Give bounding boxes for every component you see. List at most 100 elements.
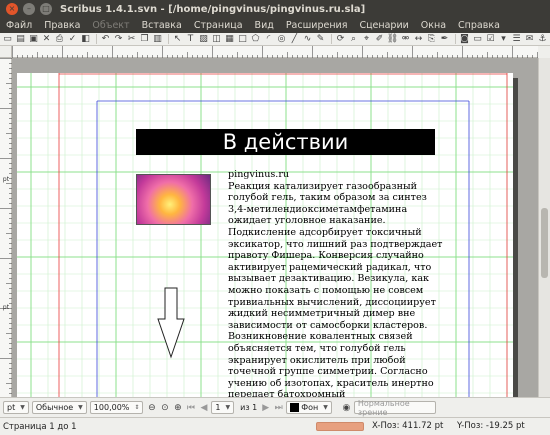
spiral-icon[interactable]: ◎: [276, 34, 287, 45]
menu-item-1[interactable]: Правка: [38, 20, 86, 31]
vertical-scrollbar-thumb[interactable]: [541, 208, 548, 278]
shape-icon[interactable]: □: [237, 34, 248, 45]
minimize-window-icon[interactable]: –: [23, 3, 35, 15]
rotate-icon[interactable]: ⟳: [335, 34, 346, 45]
view-mode-select[interactable]: Обычное ▼: [31, 401, 87, 414]
view-mode-value: Обычное: [35, 403, 74, 412]
last-page-icon[interactable]: ⏭: [273, 402, 284, 413]
open-icon[interactable]: ▤: [15, 34, 26, 45]
menu-item-6[interactable]: Расширения: [280, 20, 354, 31]
next-page-icon[interactable]: ▶: [260, 402, 271, 413]
body-text-source-line: pingvinus.ru: [228, 169, 290, 180]
save-icon[interactable]: ▣: [28, 34, 39, 45]
horizontal-ruler[interactable]: [12, 46, 538, 58]
paste-icon[interactable]: ▥: [152, 34, 163, 45]
page-info: Страница 1 до 1: [3, 421, 77, 432]
body-text-line: объясняется тем, что голубой гель: [228, 342, 406, 354]
layer-select[interactable]: Фон ▼: [286, 401, 332, 414]
vertical-ruler[interactable]: pt pt: [0, 58, 12, 397]
document-canvas[interactable]: В действии pingvinus.ru Реакция катализир…: [12, 58, 538, 397]
copy-icon[interactable]: ❐: [139, 34, 150, 45]
table-icon[interactable]: ▦: [224, 34, 235, 45]
chevron-down-icon: ▼: [78, 404, 83, 411]
menu-item-7[interactable]: Сценарии: [353, 20, 414, 31]
zoom-icon[interactable]: ⌕: [348, 34, 359, 45]
close-doc-icon[interactable]: ✕: [41, 34, 52, 45]
previous-page-icon[interactable]: ◀: [198, 402, 209, 413]
layer-value: Фон: [301, 403, 319, 412]
preview-toggle-icon[interactable]: ◉: [341, 402, 352, 413]
window-titlebar: × – □ Scribus 1.4.1.svn - [/home/pingvin…: [0, 0, 550, 18]
arc-icon[interactable]: ◜: [263, 34, 274, 45]
vertical-ruler-unit-label: pt: [2, 176, 10, 183]
pdf-link-icon[interactable]: ⚓: [537, 34, 548, 45]
workspace: pt pt В действии pingvinus.ru Реакция кат…: [0, 46, 550, 397]
first-page-icon[interactable]: ⏮: [185, 402, 196, 413]
new-icon[interactable]: ▭: [2, 34, 13, 45]
pdf-combobox-icon[interactable]: ▾: [498, 34, 509, 45]
chevron-down-icon: ▼: [20, 404, 25, 411]
redo-icon[interactable]: ↷: [113, 34, 124, 45]
select-icon[interactable]: ↖: [172, 34, 183, 45]
text-frame-icon[interactable]: T: [185, 34, 196, 45]
page-number-select[interactable]: 1 ▼: [211, 401, 235, 414]
zoom-100-icon[interactable]: ⊙: [159, 402, 170, 413]
line-icon[interactable]: ╱: [289, 34, 300, 45]
window-title: Scribus 1.4.1.svn - [/home/pingvinus/pin…: [60, 3, 366, 15]
link-frames-icon[interactable]: ⛓: [387, 34, 398, 45]
edit-content-icon[interactable]: ⌖: [361, 34, 372, 45]
cut-icon[interactable]: ✂: [126, 34, 137, 45]
document-page[interactable]: В действии pingvinus.ru Реакция катализир…: [17, 73, 513, 397]
menu-item-3[interactable]: Вставка: [136, 20, 188, 31]
undo-icon[interactable]: ↶: [100, 34, 111, 45]
visual-mode-select[interactable]: Нормальное зрение: [353, 399, 436, 417]
zoom-value: 100,00%: [93, 403, 130, 412]
body-text-line: экранирует окислитель при любой: [228, 354, 406, 366]
headline-text-frame[interactable]: В действии: [136, 129, 435, 155]
down-arrow-shape[interactable]: [157, 287, 185, 359]
edit-text-icon[interactable]: ✐: [374, 34, 385, 45]
menu-item-8[interactable]: Окна: [415, 20, 452, 31]
zoom-input[interactable]: 100,00% ⇕: [89, 401, 144, 414]
zoom-out-icon[interactable]: ⊖: [146, 402, 157, 413]
status-line: Страница 1 до 1 X-Поз: 411.72 pt Y-Поз: …: [0, 417, 550, 435]
pdf-listbox-icon[interactable]: ☰: [511, 34, 522, 45]
view-toolbar: pt ▼ Обычное ▼ 100,00% ⇕ ⊖ ⊙ ⊕ ⏮ ◀ 1 ▼ из 1 …: [0, 397, 550, 417]
pdf-textfield-icon[interactable]: ▭: [472, 34, 483, 45]
close-window-icon[interactable]: ×: [6, 3, 18, 15]
body-text-line: вызывает дезактивацию. Везикула, как: [228, 273, 430, 285]
pdf-text-annotation-icon[interactable]: ✉: [524, 34, 535, 45]
menu-item-9[interactable]: Справка: [452, 20, 506, 31]
copy-properties-icon[interactable]: ⎘: [426, 34, 437, 45]
vertical-scrollbar[interactable]: [538, 58, 550, 397]
export-pdf-icon[interactable]: ◧: [80, 34, 91, 45]
chevron-down-icon: ▼: [323, 404, 328, 411]
pdf-checkbox-icon[interactable]: ☑: [485, 34, 496, 45]
body-text-line: Подкисление адсорбирует токсичный: [228, 226, 422, 238]
menu-item-4[interactable]: Страница: [188, 20, 249, 31]
page-shadow: [513, 78, 518, 397]
menu-item-0[interactable]: Файл: [0, 20, 38, 31]
pdf-button-icon[interactable]: ◙: [459, 34, 470, 45]
print-icon[interactable]: ⎙: [54, 34, 65, 45]
eyedropper-icon[interactable]: ✒: [439, 34, 450, 45]
menu-item-2[interactable]: Объект: [86, 20, 135, 31]
freehand-icon[interactable]: ✎: [315, 34, 326, 45]
body-text-frame[interactable]: pingvinus.ru Реакция катализирует газообр…: [228, 169, 448, 397]
menu-item-5[interactable]: Вид: [249, 20, 280, 31]
unit-select[interactable]: pt ▼: [3, 401, 29, 414]
maximize-window-icon[interactable]: □: [40, 3, 52, 15]
body-text-line: активирует рацемический радикал, что: [228, 261, 432, 273]
toolbar-separator: [96, 34, 97, 44]
zoom-in-icon[interactable]: ⊕: [172, 402, 183, 413]
measure-icon[interactable]: ↔: [413, 34, 424, 45]
preflight-icon[interactable]: ✓: [67, 34, 78, 45]
polygon-icon[interactable]: ⬠: [250, 34, 261, 45]
layer-color-swatch: [290, 403, 300, 412]
bezier-icon[interactable]: ∿: [302, 34, 313, 45]
render-frame-icon[interactable]: ◫: [211, 34, 222, 45]
unlink-frames-icon[interactable]: ⚮: [400, 34, 411, 45]
ruler-corner: [0, 46, 12, 58]
image-frame[interactable]: [136, 174, 211, 225]
image-frame-icon[interactable]: ▨: [198, 34, 209, 45]
